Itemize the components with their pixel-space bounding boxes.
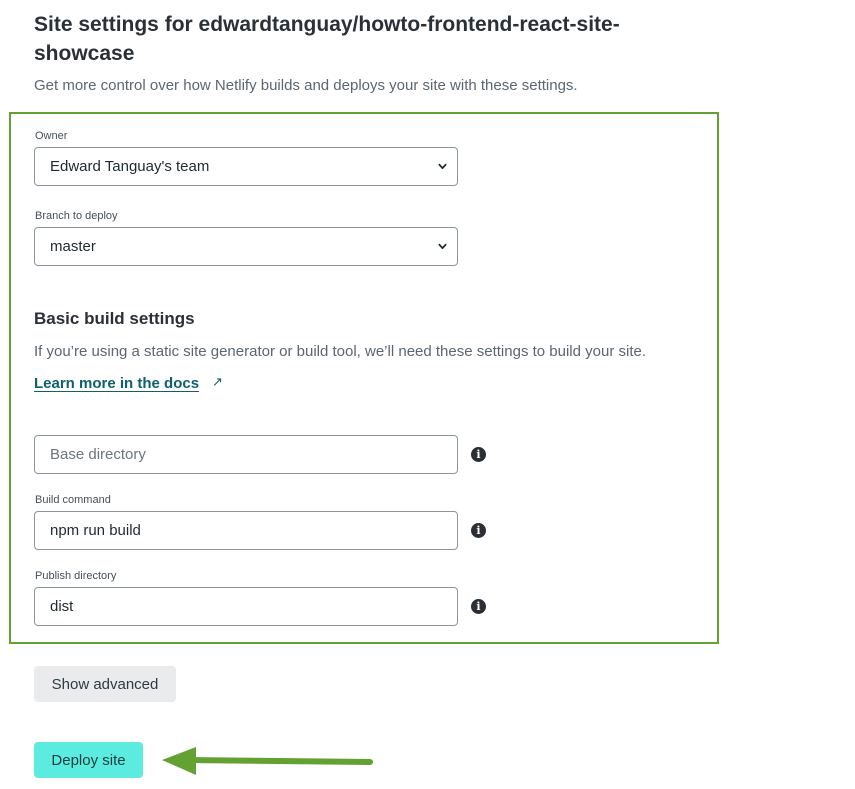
owner-select-value: Edward Tanguay's team [50, 158, 210, 175]
info-icon[interactable]: i [471, 523, 486, 538]
branch-select-value: master [50, 238, 96, 255]
build-settings-heading: Basic build settings [34, 309, 195, 328]
publish-directory-value: dist [50, 598, 74, 615]
info-icon[interactable]: i [471, 447, 486, 462]
annotation-arrow [162, 747, 373, 775]
publish-directory-label: Publish directory [35, 570, 117, 582]
chevron-down-icon [438, 163, 447, 170]
owner-label: Owner [35, 130, 68, 142]
base-directory-placeholder: Base directory [50, 446, 146, 463]
build-settings-description: If you’re using a static site generator … [34, 343, 647, 360]
page-subtitle: Get more control over how Netlify builds… [34, 77, 578, 94]
base-directory-input[interactable]: Base directory [34, 435, 458, 474]
build-command-value: npm run build [50, 522, 141, 539]
page-title: Site settings for edwardtanguay/howto-fr… [34, 13, 620, 65]
branch-select[interactable]: master [34, 227, 458, 266]
branch-label: Branch to deploy [35, 210, 118, 222]
build-command-label: Build command [35, 494, 111, 506]
publish-directory-input[interactable]: dist [34, 587, 458, 626]
external-link-icon: ↗ [212, 374, 223, 389]
docs-link[interactable]: Learn more in the docs [34, 375, 199, 392]
chevron-down-icon [438, 243, 447, 250]
owner-select[interactable]: Edward Tanguay's team [34, 147, 458, 186]
build-command-input[interactable]: npm run build [34, 511, 458, 550]
deploy-site-button[interactable]: Deploy site [34, 742, 143, 778]
show-advanced-button[interactable]: Show advanced [34, 666, 176, 702]
info-icon[interactable]: i [471, 599, 486, 614]
